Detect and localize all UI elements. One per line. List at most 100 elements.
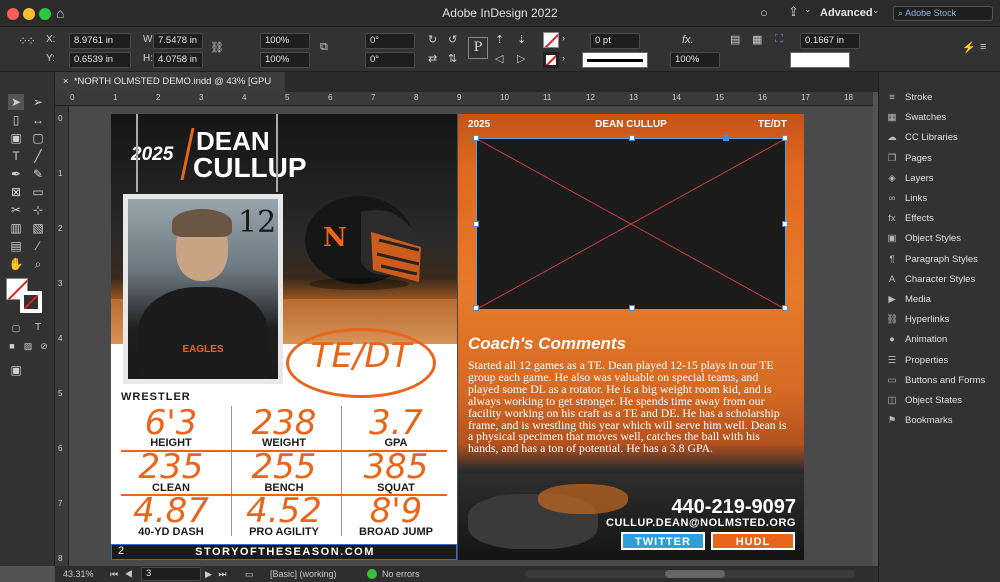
y-field[interactable]: 0.6539 in <box>69 52 131 68</box>
right-page[interactable]: 2025 DEAN CULLUP TE/DT Coach's Comments … <box>458 114 804 560</box>
panel-links[interactable]: ∞ Links <box>885 190 997 208</box>
auto-fit-icon[interactable]: ⛶ <box>775 33 783 46</box>
eyedropper-tool-icon[interactable]: ⁄ <box>30 238 46 254</box>
frame-handle[interactable] <box>723 135 729 141</box>
frame-handle[interactable] <box>473 221 479 227</box>
panel-pages[interactable]: ❐ Pages <box>885 150 997 168</box>
effects-icon[interactable]: fx. <box>682 34 694 46</box>
gap-tool-icon[interactable]: ↔ <box>30 112 46 128</box>
pencil-tool-icon[interactable]: ✎ <box>30 166 46 182</box>
footer-bar[interactable]: 2 STORYOFTHESEASON.COM <box>111 544 457 560</box>
frame-handle[interactable] <box>629 305 635 311</box>
panel-layers[interactable]: ◈ Layers <box>885 170 997 188</box>
select-next-icon[interactable]: ▷ <box>517 52 525 65</box>
frame-handle[interactable] <box>473 135 479 141</box>
formatting-container-icon[interactable]: ▢ <box>8 320 24 336</box>
free-transform-tool-icon[interactable]: ⊹ <box>30 202 46 218</box>
share-dropdown-icon[interactable]: ⌄ <box>804 4 812 15</box>
gap-field[interactable]: 0.1667 in <box>800 33 860 49</box>
horizontal-scrollbar[interactable] <box>525 570 855 578</box>
screen-mode-icon[interactable]: ▣ <box>8 362 24 378</box>
panel-menu-icon[interactable]: ≡ <box>980 41 986 53</box>
select-container-icon[interactable]: ⇡ <box>495 33 504 46</box>
rotate-ccw-icon[interactable]: ↺ <box>448 33 457 46</box>
link-scale-icon[interactable]: ⧉ <box>320 41 328 54</box>
direct-selection-indicator-icon[interactable]: P <box>468 37 488 59</box>
panel-animation[interactable]: ● Animation <box>885 331 997 349</box>
stroke-box-icon[interactable] <box>20 291 42 313</box>
panel-properties[interactable]: ☰ Properties <box>885 352 997 370</box>
panel-character-styles[interactable]: A Character Styles <box>885 271 997 289</box>
lightning-icon[interactable]: ⚡ <box>962 41 976 54</box>
preflight-status[interactable]: No errors <box>382 569 420 579</box>
stroke-weight-field[interactable]: 0 pt <box>590 33 640 49</box>
gradient-feather-tool-icon[interactable]: ▧ <box>30 220 46 236</box>
stroke-swatch[interactable] <box>543 52 559 68</box>
apply-none-icon[interactable]: ⊘ <box>36 338 52 354</box>
document-tab[interactable]: × *NORTH OLMSTED DEMO.indd @ 43% [GPU Pr… <box>55 72 285 107</box>
flip-h-icon[interactable]: ⇄ <box>428 52 437 65</box>
hand-tool-icon[interactable]: ✋ <box>8 256 24 272</box>
h-field[interactable]: 4.0758 in <box>153 52 203 68</box>
panel-buttons-forms[interactable]: ▭ Buttons and Forms <box>885 372 997 390</box>
zoom-tool-icon[interactable]: ⌕ <box>30 256 46 272</box>
w-field[interactable]: 7.5478 in <box>153 33 203 49</box>
workspace-switcher[interactable]: Advanced <box>820 7 873 19</box>
panel-bookmarks[interactable]: ⚑ Bookmarks <box>885 412 997 430</box>
frame-handle[interactable] <box>782 221 788 227</box>
note-tool-icon[interactable]: ▤ <box>8 238 24 254</box>
select-previous-icon[interactable]: ◁ <box>495 52 503 65</box>
opacity-field[interactable]: 100% <box>670 52 720 68</box>
share-icon[interactable]: ⇪ <box>788 4 799 20</box>
lightbulb-icon[interactable]: ○ <box>760 5 768 20</box>
page-nav-next-icon[interactable]: ▶ ⏭ <box>205 569 229 580</box>
scale-y-field[interactable]: 100% <box>260 52 310 68</box>
select-content-icon[interactable]: ⇣ <box>517 33 526 46</box>
pen-tool-icon[interactable]: ✒ <box>8 166 24 182</box>
left-page[interactable]: 2025 DEAN CULLUP EAGLES 12 N TE/DT WREST… <box>111 114 457 560</box>
page-tool-icon[interactable]: ▯ <box>8 112 24 128</box>
frame-handle[interactable] <box>473 305 479 311</box>
panel-stroke[interactable]: ≡ Stroke <box>885 89 997 107</box>
x-field[interactable]: 8.9761 in <box>69 33 131 49</box>
apply-gradient-icon[interactable]: ▨ <box>20 338 36 354</box>
frame-handle[interactable] <box>782 135 788 141</box>
fill-swatch[interactable] <box>543 32 559 48</box>
content-collector-icon[interactable]: ▣ <box>8 130 24 146</box>
stroke-menu-icon[interactable]: › <box>562 53 565 63</box>
fill-menu-icon[interactable]: › <box>562 33 565 43</box>
flip-v-icon[interactable]: ⇅ <box>448 52 457 65</box>
adobe-stock-search[interactable]: ⌕ Adobe Stock <box>893 6 993 21</box>
frame-handle[interactable] <box>629 135 635 141</box>
player-photo-frame[interactable]: EAGLES 12 <box>123 194 283 384</box>
content-placer-icon[interactable]: ▢ <box>30 130 46 146</box>
workspace-chevron-icon[interactable]: ⌄ <box>872 5 880 16</box>
frame-handle[interactable] <box>782 305 788 311</box>
selection-tool-icon[interactable]: ➤ <box>8 94 24 110</box>
page-nav-prev-icon[interactable]: ⏮ ◀ <box>110 569 135 580</box>
style-status[interactable]: [Basic] (working) <box>270 569 337 579</box>
zoom-level[interactable]: 43.31% <box>63 569 94 579</box>
hudl-button[interactable]: HUDL <box>711 532 795 550</box>
panel-swatches[interactable]: ▦ Swatches <box>885 109 997 127</box>
rectangle-tool-icon[interactable]: ▭ <box>30 184 46 200</box>
panel-paragraph-styles[interactable]: ¶ Paragraph Styles <box>885 251 997 269</box>
wrap-around-icon[interactable]: ▦ <box>752 33 762 46</box>
close-tab-icon[interactable]: × <box>63 76 69 87</box>
panel-cc-libraries[interactable]: ☁ CC Libraries <box>885 129 997 147</box>
pasteboard[interactable]: 2025 DEAN CULLUP EAGLES 12 N TE/DT WREST… <box>69 106 873 566</box>
open-page-icon[interactable]: ▭ <box>245 569 254 580</box>
twitter-button[interactable]: TWITTER <box>621 532 705 550</box>
constrain-proportions-icon[interactable]: ⛓ <box>210 41 224 54</box>
frame-fitting-select[interactable] <box>790 52 850 68</box>
comments-text[interactable]: Started all 12 games as a TE. Dean playe… <box>468 359 788 455</box>
rotation-field[interactable]: 0° <box>365 33 415 49</box>
empty-graphic-frame[interactable] <box>473 135 788 311</box>
panel-effects[interactable]: fx Effects <box>885 210 997 228</box>
reference-point-icon[interactable]: ⁘⁘ <box>18 34 36 48</box>
panel-object-styles[interactable]: ▣ Object Styles <box>885 230 997 248</box>
line-tool-icon[interactable]: ╱ <box>30 148 46 164</box>
gradient-swatch-tool-icon[interactable]: ▥ <box>8 220 24 236</box>
rotate-cw-icon[interactable]: ↻ <box>428 33 437 46</box>
type-tool-icon[interactable]: T <box>8 148 24 164</box>
